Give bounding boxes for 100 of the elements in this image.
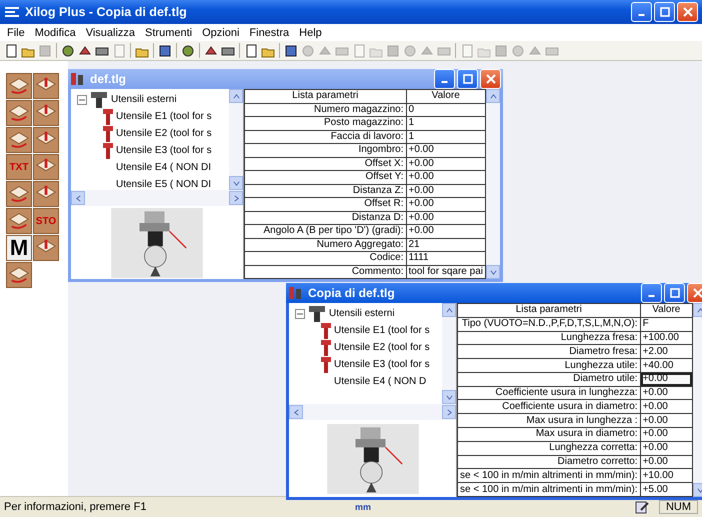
table-cell: Numero magazzino:: [244, 103, 406, 116]
maximize-button[interactable]: [664, 283, 685, 303]
minimize-button[interactable]: [631, 2, 652, 22]
table-cell[interactable]: 1111: [406, 252, 486, 265]
table-cell: Coefficiente usura in diametro:: [458, 400, 640, 414]
tree-item[interactable]: Utensile E1 (tool for s: [334, 325, 430, 336]
toolbar-button[interactable]: [60, 42, 76, 58]
menu-item[interactable]: File: [2, 26, 30, 38]
tool-icon: [321, 356, 331, 372]
table-cell[interactable]: +0.00: [640, 372, 692, 386]
tree-item[interactable]: Utensile E5 ( NON DI: [116, 179, 212, 190]
table-cell: Distanza D:: [244, 211, 406, 224]
status-indicator: NUM: [658, 500, 698, 514]
toolbar-icon: [61, 44, 75, 58]
menu-item[interactable]: Visualizza: [80, 26, 140, 38]
palette-tool[interactable]: [33, 73, 59, 99]
column-header[interactable]: Valore: [640, 304, 692, 318]
minimize-button[interactable]: [641, 283, 662, 303]
table-cell: Ingombro:: [244, 144, 406, 157]
table-cell[interactable]: tool for sqare pai: [406, 265, 486, 278]
tree-item[interactable]: Utensile E3 (tool for s: [116, 145, 212, 156]
toolbar-button[interactable]: [180, 42, 196, 58]
tree-item[interactable]: Utensile E4 ( NON D: [334, 376, 426, 387]
column-header[interactable]: Lista parametri: [244, 90, 406, 103]
menu-item[interactable]: Strumenti: [140, 26, 198, 38]
tool-icon: [103, 126, 113, 142]
tree-item[interactable]: Utensile E4 ( NON DI: [116, 162, 212, 173]
column-header[interactable]: Valore: [406, 90, 486, 103]
table-cell: Faccia di lavoro:: [244, 130, 406, 144]
units-label: mm: [354, 502, 372, 512]
table-cell[interactable]: +0.00: [406, 157, 486, 170]
palette-tool[interactable]: [33, 181, 59, 207]
toolbar-icon: [318, 44, 332, 58]
maximize-icon: [670, 288, 680, 298]
table-cell: Diametro corretto:: [458, 455, 640, 469]
maximize-button[interactable]: [654, 2, 675, 22]
window-title: Copia di def.tlg: [308, 286, 396, 300]
maximize-icon: [660, 7, 670, 17]
status-text: Per informazioni, premere F1: [4, 501, 148, 513]
palette-tool[interactable]: [33, 235, 59, 261]
palette-tool[interactable]: [6, 100, 32, 126]
app-icon: [4, 4, 20, 20]
edit-icon: [634, 500, 649, 514]
column-header[interactable]: Lista parametri: [458, 304, 640, 318]
table-cell: Angolo A (B per tipo 'D') (gradi):: [244, 224, 406, 238]
menu-item[interactable]: Help: [294, 26, 327, 38]
palette-tool[interactable]: [6, 208, 32, 234]
toolbar-icon: [112, 44, 126, 58]
collapse-toggle[interactable]: [295, 308, 305, 318]
table-cell: Coefficiente usura in lunghezza:: [458, 386, 640, 400]
minimize-icon: [648, 295, 655, 297]
table-cell: Numero Aggregato:: [244, 238, 406, 252]
toolbar-icon: [352, 44, 366, 58]
table-cell[interactable]: +0.00: [406, 198, 486, 211]
palette-tool[interactable]: [6, 262, 32, 288]
close-button[interactable]: [677, 2, 698, 22]
table-cell[interactable]: 0: [406, 103, 486, 116]
table-cell[interactable]: 21: [406, 238, 486, 252]
table-cell[interactable]: +0.00: [406, 224, 486, 238]
tree-item[interactable]: Utensile E2 (tool for s: [334, 342, 430, 353]
toolbar-button[interactable]: [283, 42, 299, 58]
maximize-icon: [462, 74, 472, 84]
menu-item[interactable]: Opzioni: [197, 26, 244, 38]
palette-tool[interactable]: [6, 181, 32, 207]
toolbar-icon: [158, 44, 172, 58]
toolbar-icon: [38, 44, 52, 58]
toolbar-icon: [78, 44, 92, 58]
table-cell: se < 100 in m/min altrimenti in mm/min):: [458, 468, 640, 483]
close-button[interactable]: [687, 283, 702, 303]
table-cell[interactable]: 1: [406, 130, 486, 144]
tree-item[interactable]: Utensili esterni: [329, 308, 395, 319]
scrollbar[interactable]: [442, 303, 456, 404]
tool-icon: [103, 142, 113, 158]
menu-item[interactable]: Modifica: [30, 26, 81, 38]
palette-tool[interactable]: [6, 73, 32, 99]
menu-item[interactable]: Finestra: [244, 26, 294, 38]
toolbar-icon: [181, 44, 195, 58]
tree-item[interactable]: Utensile E2 (tool for s: [116, 128, 212, 139]
scrollbar[interactable]: [289, 404, 456, 420]
toolbar-icon: [511, 44, 525, 58]
table-cell: Max usura in diametro:: [458, 428, 640, 442]
palette-tool[interactable]: [6, 127, 32, 153]
palette-tool[interactable]: [33, 127, 59, 153]
palette-tool[interactable]: [33, 154, 59, 180]
tree-item[interactable]: Utensile E3 (tool for s: [334, 359, 430, 370]
table-cell: Offset R:: [244, 198, 406, 211]
toolbar-icon: [386, 44, 400, 58]
table-cell: Distanza Z:: [244, 184, 406, 198]
table-cell[interactable]: +0.00: [406, 184, 486, 198]
table-cell[interactable]: +0.00: [406, 170, 486, 184]
table-cell[interactable]: +0.00: [406, 211, 486, 224]
table-cell[interactable]: +0.00: [406, 144, 486, 157]
palette-tool[interactable]: [33, 100, 59, 126]
table-cell: Lunghezza fresa:: [458, 331, 640, 345]
table-cell: Commento:: [244, 265, 406, 278]
table-cell[interactable]: 1: [406, 116, 486, 130]
tree-item[interactable]: Utensile E1 (tool for s: [116, 111, 212, 122]
table-cell: Codice:: [244, 252, 406, 265]
palette-tool[interactable]: M: [6, 235, 32, 261]
toolbar-button[interactable]: [157, 42, 173, 58]
